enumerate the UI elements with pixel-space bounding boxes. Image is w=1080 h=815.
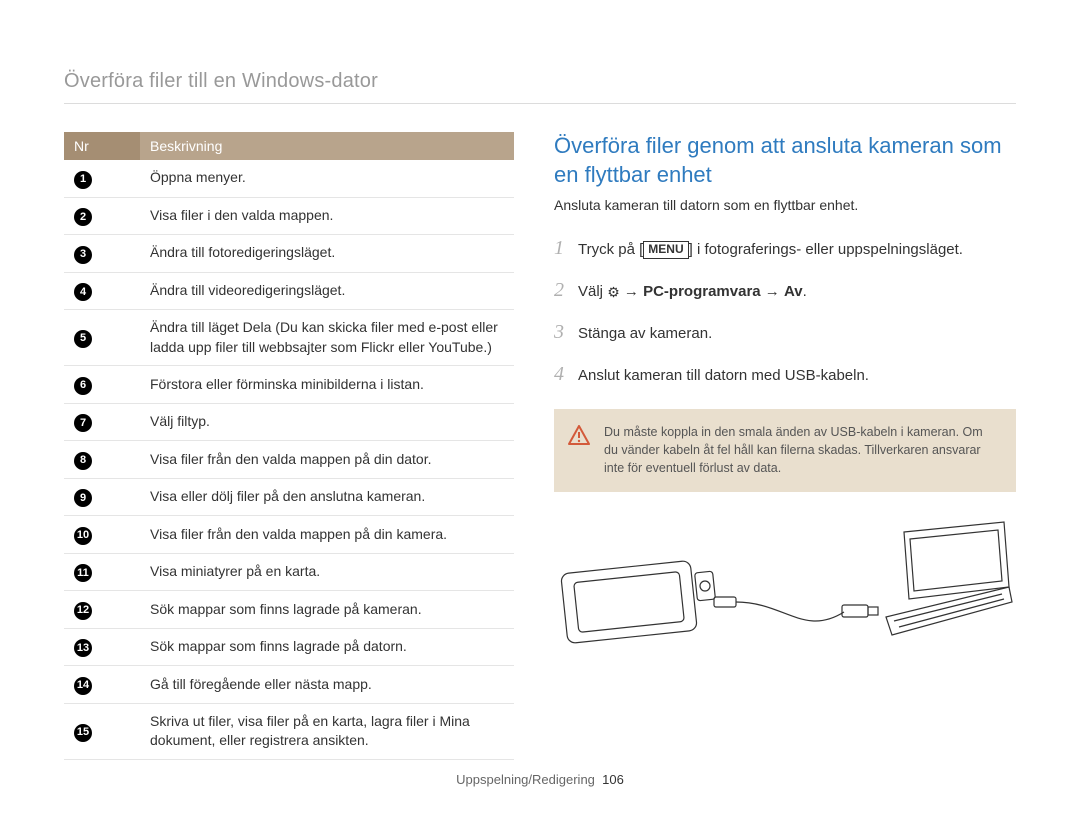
step-text: Stänga av kameran.	[578, 323, 1016, 346]
gear-icon: ⚙	[607, 282, 620, 303]
row-desc: Visa filer från den valda mappen på din …	[140, 516, 514, 554]
table-row: 13 Sök mappar som finns lagrade på dator…	[64, 628, 514, 666]
row-num: 5	[74, 330, 92, 348]
table-row: 12 Sök mappar som finns lagrade på kamer…	[64, 591, 514, 629]
row-desc: Ändra till läget Dela (Du kan skicka fil…	[140, 310, 514, 366]
table-row: 8 Visa filer från den valda mappen på di…	[64, 441, 514, 479]
row-desc: Öppna menyer.	[140, 160, 514, 197]
left-column: Nr Beskrivning 1 Öppna menyer. 2 Visa fi…	[64, 132, 514, 760]
steps-list: 1 Tryck på [MENU] i fotograferings- elle…	[554, 233, 1016, 389]
footer-section: Uppspelning/Redigering	[456, 772, 595, 787]
step-num: 1	[554, 233, 568, 263]
table-row: 5 Ändra till läget Dela (Du kan skicka f…	[64, 310, 514, 366]
columns: Nr Beskrivning 1 Öppna menyer. 2 Visa fi…	[64, 132, 1016, 760]
description-table: Nr Beskrivning 1 Öppna menyer. 2 Visa fi…	[64, 132, 514, 760]
right-column: Överföra filer genom att ansluta kameran…	[554, 132, 1016, 760]
row-num: 2	[74, 208, 92, 226]
table-row: 1 Öppna menyer.	[64, 160, 514, 197]
row-num: 1	[74, 171, 92, 189]
step1-post: ] i fotograferings- eller uppspelningslä…	[689, 241, 963, 258]
table-row: 9 Visa eller dölj filer på den anslutna …	[64, 478, 514, 516]
table-row: 6 Förstora eller förminska minibilderna …	[64, 366, 514, 404]
step-2: 2 Välj ⚙ → PC-programvara → Av.	[554, 275, 1016, 305]
step-num: 4	[554, 359, 568, 389]
connection-diagram	[554, 517, 1016, 662]
table-row: 7 Välj filtyp.	[64, 403, 514, 441]
row-num: 14	[74, 677, 92, 695]
step2-bold1: PC-programvara	[643, 283, 761, 300]
page-footer: Uppspelning/Redigering 106	[0, 772, 1080, 787]
menu-key-icon: MENU	[643, 241, 688, 259]
row-desc: Skriva ut filer, visa filer på en karta,…	[140, 703, 514, 759]
row-desc: Förstora eller förminska minibilderna i …	[140, 366, 514, 404]
warning-icon	[568, 425, 590, 445]
step-text: Tryck på [MENU] i fotograferings- eller …	[578, 239, 1016, 262]
row-num: 12	[74, 602, 92, 620]
row-desc: Visa eller dölj filer på den anslutna ka…	[140, 478, 514, 516]
table-row: 14 Gå till föregående eller nästa mapp.	[64, 666, 514, 704]
step1-pre: Tryck på [	[578, 241, 643, 258]
page-header: Överföra filer till en Windows-dator	[64, 70, 1016, 104]
step-4: 4 Anslut kameran till datorn med USB-kab…	[554, 359, 1016, 389]
row-desc: Ändra till fotoredigeringsläget.	[140, 235, 514, 273]
step-3: 3 Stänga av kameran.	[554, 317, 1016, 347]
th-number: Nr	[64, 132, 140, 160]
row-num: 7	[74, 414, 92, 432]
row-desc: Sök mappar som finns lagrade på kameran.	[140, 591, 514, 629]
row-num: 15	[74, 724, 92, 742]
row-desc: Visa miniatyrer på en karta.	[140, 553, 514, 591]
table-row: 15 Skriva ut filer, visa filer på en kar…	[64, 703, 514, 759]
warning-box: Du måste koppla in den smala änden av US…	[554, 409, 1016, 491]
step2-end: .	[803, 283, 807, 300]
step-1: 1 Tryck på [MENU] i fotograferings- elle…	[554, 233, 1016, 263]
step2-bold2: Av	[784, 283, 803, 300]
row-num: 13	[74, 639, 92, 657]
table-row: 4 Ändra till videoredigeringsläget.	[64, 272, 514, 310]
row-desc: Sök mappar som finns lagrade på datorn.	[140, 628, 514, 666]
footer-page-number: 106	[602, 772, 624, 787]
step-text: Välj ⚙ → PC-programvara → Av.	[578, 281, 1016, 304]
row-desc: Välj filtyp.	[140, 403, 514, 441]
row-desc: Gå till föregående eller nästa mapp.	[140, 666, 514, 704]
table-row: 11 Visa miniatyrer på en karta.	[64, 553, 514, 591]
step-num: 3	[554, 317, 568, 347]
row-desc: Visa filer i den valda mappen.	[140, 197, 514, 235]
step-text: Anslut kameran till datorn med USB-kabel…	[578, 365, 1016, 388]
row-num: 6	[74, 377, 92, 395]
warning-text: Du måste koppla in den smala änden av US…	[604, 425, 983, 475]
step2-arrow: →	[620, 283, 643, 300]
table-row: 2 Visa filer i den valda mappen.	[64, 197, 514, 235]
step2-pre: Välj	[578, 283, 607, 300]
row-desc: Ändra till videoredigeringsläget.	[140, 272, 514, 310]
th-description: Beskrivning	[140, 132, 514, 160]
row-desc: Visa filer från den valda mappen på din …	[140, 441, 514, 479]
section-subtitle: Ansluta kameran till datorn som en flytt…	[554, 197, 1016, 213]
table-row: 3 Ändra till fotoredigeringsläget.	[64, 235, 514, 273]
step-num: 2	[554, 275, 568, 305]
row-num: 8	[74, 452, 92, 470]
row-num: 3	[74, 246, 92, 264]
page: Överföra filer till en Windows-dator Nr …	[0, 0, 1080, 815]
section-title: Överföra filer genom att ansluta kameran…	[554, 132, 1016, 189]
row-num: 9	[74, 489, 92, 507]
row-num: 10	[74, 527, 92, 545]
table-row: 10 Visa filer från den valda mappen på d…	[64, 516, 514, 554]
row-num: 4	[74, 283, 92, 301]
row-num: 11	[74, 564, 92, 582]
step2-mid: →	[761, 283, 784, 300]
